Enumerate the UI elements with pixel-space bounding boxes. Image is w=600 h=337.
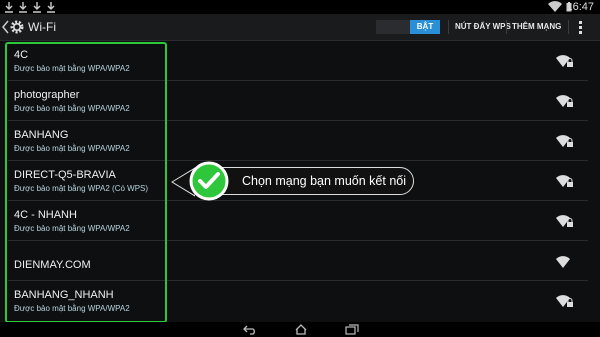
divider xyxy=(448,20,449,34)
wifi-locked-signal-icon xyxy=(556,295,573,307)
download-icon xyxy=(5,2,13,13)
navigation-bar xyxy=(0,322,600,337)
wifi-toggle[interactable]: BẬT xyxy=(376,20,440,34)
back-icon[interactable] xyxy=(243,324,257,335)
clock: 16:47 xyxy=(566,1,594,13)
status-bar: 16:47 xyxy=(0,0,600,14)
wifi-locked-signal-icon xyxy=(556,175,573,187)
overflow-menu-icon[interactable] xyxy=(579,21,583,35)
check-circle-icon xyxy=(189,161,229,201)
wps-push-button[interactable]: NÚT ĐẨY WPS xyxy=(455,21,511,33)
divider xyxy=(568,20,569,34)
download-icon xyxy=(47,2,55,13)
callout-text: Chọn mạng bạn muốn kết nối xyxy=(242,174,406,188)
action-bar: Wi-Fi BẬT NÚT ĐẨY WPS THÊM MẠNG xyxy=(0,14,600,41)
divider xyxy=(506,20,507,34)
wifi-open-signal-icon xyxy=(556,256,570,268)
add-network-button[interactable]: THÊM MẠNG xyxy=(512,21,561,33)
wifi-locked-signal-icon xyxy=(556,135,573,147)
page-title: Wi-Fi xyxy=(28,20,56,34)
wifi-locked-signal-icon xyxy=(556,55,573,67)
recent-apps-icon[interactable] xyxy=(345,324,359,335)
wifi-locked-signal-icon xyxy=(556,95,573,107)
wifi-locked-signal-icon xyxy=(556,215,573,227)
download-icon xyxy=(33,2,41,13)
wifi-toggle-label: BẬT xyxy=(410,20,440,34)
gear-icon xyxy=(10,20,24,34)
network-list-highlight xyxy=(5,42,167,323)
wifi-status-icon xyxy=(548,1,562,12)
download-icon xyxy=(19,2,27,13)
home-icon[interactable] xyxy=(294,324,308,335)
